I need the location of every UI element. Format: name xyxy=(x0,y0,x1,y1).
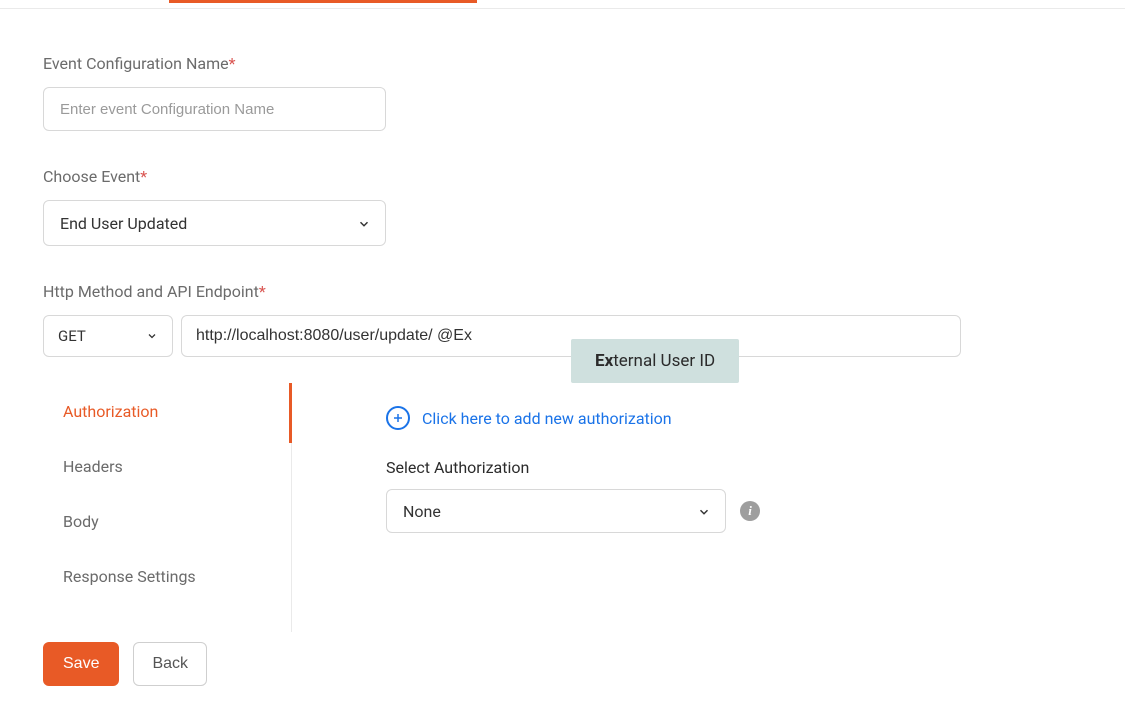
chevron-down-icon xyxy=(146,330,158,342)
tab-headers[interactable]: Headers xyxy=(43,439,293,494)
add-authorization-label: Click here to add new authorization xyxy=(422,409,672,428)
select-authorization-label: Select Authorization xyxy=(386,458,760,477)
autocomplete-suggestion[interactable]: External User ID xyxy=(571,339,739,383)
tab-response-settings-label: Response Settings xyxy=(63,567,196,586)
info-icon[interactable]: i xyxy=(740,501,760,521)
tab-headers-label: Headers xyxy=(63,457,123,476)
chevron-down-icon xyxy=(697,505,709,517)
event-config-name-input[interactable] xyxy=(43,87,386,131)
add-authorization-link[interactable]: Click here to add new authorization xyxy=(386,406,760,430)
select-authorization-dropdown[interactable]: None xyxy=(386,489,726,533)
tab-authorization[interactable]: Authorization xyxy=(43,384,293,439)
tab-body-label: Body xyxy=(63,512,99,531)
tab-authorization-label: Authorization xyxy=(63,402,158,421)
choose-event-label: Choose Event* xyxy=(43,167,1082,186)
autocomplete-rest: ternal User ID xyxy=(613,351,715,371)
active-tab-indicator xyxy=(169,0,477,3)
save-button[interactable]: Save xyxy=(43,642,119,686)
top-divider xyxy=(0,8,1125,9)
http-method-value: GET xyxy=(58,327,86,345)
http-method-select[interactable]: GET xyxy=(43,315,173,357)
back-button[interactable]: Back xyxy=(133,642,207,686)
choose-event-value: End User Updated xyxy=(60,214,187,233)
plus-circle-icon xyxy=(386,406,410,430)
autocomplete-match: Ex xyxy=(595,351,613,371)
tab-response-settings[interactable]: Response Settings xyxy=(43,549,293,604)
select-authorization-value: None xyxy=(403,502,441,521)
tab-body[interactable]: Body xyxy=(43,494,293,549)
chevron-down-icon xyxy=(357,217,369,229)
event-config-name-label: Event Configuration Name* xyxy=(43,54,1082,73)
http-endpoint-label: Http Method and API Endpoint* xyxy=(43,282,1082,301)
choose-event-select[interactable]: End User Updated xyxy=(43,200,386,246)
